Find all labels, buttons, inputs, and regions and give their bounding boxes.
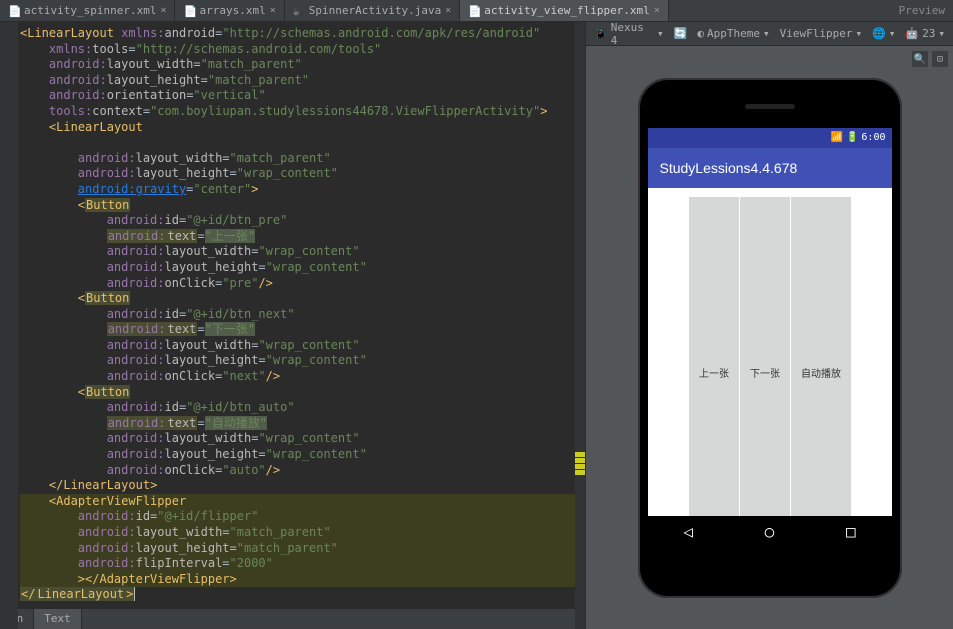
- java-icon: ☕: [293, 5, 305, 17]
- api-selector[interactable]: 🤖 23▾: [905, 27, 945, 40]
- preview-canvas[interactable]: 🔍 ⊡ 📶 🔋 6:00 StudyLessions4.4.678: [586, 46, 953, 629]
- preview-panel: 📱 Nexus 4▾ 🔄 ◐ AppTheme▾ ViewFlipper▾ 🌐▾…: [585, 22, 953, 629]
- preview-label-text: Preview: [899, 4, 945, 17]
- tab-label: activity_spinner.xml: [24, 4, 156, 17]
- tab-label: SpinnerActivity.java: [309, 4, 441, 17]
- status-time: 6:00: [861, 132, 885, 143]
- prev-button[interactable]: 上一张: [688, 196, 739, 548]
- rotate-icon: 🔄: [674, 27, 688, 40]
- close-icon[interactable]: ×: [160, 5, 166, 16]
- tab-activity-spinner[interactable]: 📄 activity_spinner.xml ×: [0, 0, 175, 21]
- tab-activity-view-flipper[interactable]: 📄 activity_view_flipper.xml ×: [460, 0, 669, 21]
- xml-icon: 📄: [183, 5, 195, 17]
- phone-icon: 📱: [594, 27, 608, 40]
- main-area: <LinearLayout xmlns:android="http://sche…: [0, 22, 953, 629]
- viewclass-selector[interactable]: ViewFlipper▾: [780, 27, 862, 40]
- device-label: Nexus 4: [611, 22, 654, 47]
- close-icon[interactable]: ×: [445, 5, 451, 16]
- back-icon[interactable]: ◁: [683, 522, 693, 541]
- app-title: StudyLessions4.4.678: [660, 160, 798, 176]
- tab-arrays[interactable]: 📄 arrays.xml ×: [175, 0, 284, 21]
- close-icon[interactable]: ×: [654, 5, 660, 16]
- xml-icon: 📄: [468, 5, 480, 17]
- xml-icon: 📄: [8, 5, 20, 17]
- phone-speaker: [745, 104, 795, 109]
- zoom-controls: 🔍 ⊡: [911, 50, 949, 68]
- tab-spinner-activity[interactable]: ☕ SpinnerActivity.java ×: [285, 0, 460, 21]
- android-nav-bar: ◁ ○ □: [648, 516, 892, 548]
- theme-selector[interactable]: ◐ AppTheme▾: [697, 27, 769, 40]
- battery-icon: 🔋: [846, 132, 858, 143]
- code-editor[interactable]: <LinearLayout xmlns:android="http://sche…: [0, 22, 585, 609]
- app-content: 上一张 下一张 自动播放: [648, 188, 892, 548]
- home-icon[interactable]: ○: [765, 522, 775, 541]
- device-screen: 📶 🔋 6:00 StudyLessions4.4.678 上一张 下一张 自动…: [648, 128, 892, 548]
- zoom-in-button[interactable]: 🔍: [911, 50, 929, 68]
- zoom-fit-button[interactable]: ⊡: [931, 50, 949, 68]
- editor-scrollbar[interactable]: [575, 22, 585, 629]
- device-frame: 📶 🔋 6:00 StudyLessions4.4.678 上一张 下一张 自动…: [638, 78, 902, 598]
- preview-toolbar: 📱 Nexus 4▾ 🔄 ◐ AppTheme▾ ViewFlipper▾ 🌐▾…: [586, 22, 953, 46]
- wifi-icon: 📶: [831, 132, 843, 143]
- recents-icon[interactable]: □: [846, 522, 856, 541]
- editor-panel: <LinearLayout xmlns:android="http://sche…: [0, 22, 585, 629]
- api-label: 23: [922, 27, 935, 40]
- editor-view-tabs: gn Text: [0, 609, 585, 629]
- close-icon[interactable]: ×: [270, 5, 276, 16]
- android-status-bar: 📶 🔋 6:00: [648, 128, 892, 148]
- next-button[interactable]: 下一张: [739, 196, 790, 548]
- theme-icon: ◐: [697, 27, 704, 40]
- tab-label: activity_view_flipper.xml: [484, 4, 650, 17]
- text-tab[interactable]: Text: [34, 609, 82, 629]
- tab-label: arrays.xml: [199, 4, 265, 17]
- locale-selector[interactable]: 🌐▾: [872, 27, 895, 40]
- viewclass-label: ViewFlipper: [780, 27, 853, 40]
- auto-button[interactable]: 自动播放: [790, 196, 851, 548]
- android-icon: 🤖: [905, 27, 919, 40]
- orientation-button[interactable]: 🔄: [674, 27, 688, 40]
- editor-tabs: 📄 activity_spinner.xml × 📄 arrays.xml × …: [0, 0, 953, 22]
- globe-icon: 🌐: [872, 27, 886, 40]
- app-toolbar: StudyLessions4.4.678: [648, 148, 892, 188]
- device-selector[interactable]: 📱 Nexus 4▾: [594, 22, 664, 47]
- theme-label: AppTheme: [707, 27, 760, 40]
- button-row: 上一张 下一张 自动播放: [688, 196, 851, 548]
- preview-tab-label: Preview: [891, 0, 953, 21]
